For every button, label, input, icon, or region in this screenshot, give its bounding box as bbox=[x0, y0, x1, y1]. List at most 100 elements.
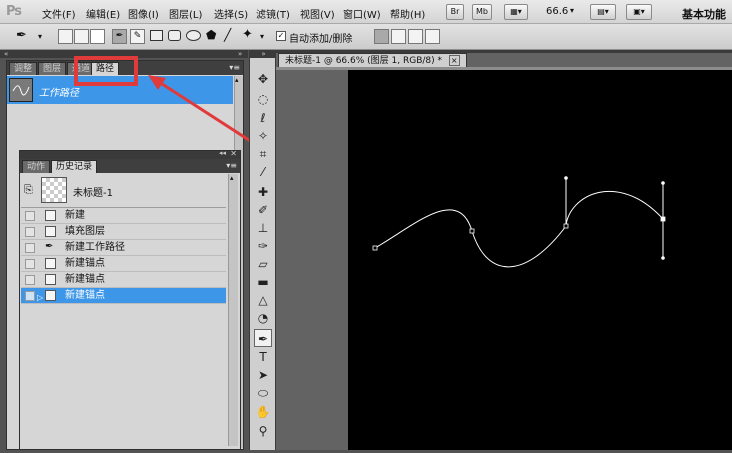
tab-history[interactable]: 历史记录 bbox=[51, 160, 98, 173]
path-thumbnail bbox=[9, 78, 33, 102]
history-row[interactable]: 填充图层 bbox=[21, 224, 226, 240]
history-close-icon[interactable]: ✕ bbox=[230, 149, 237, 158]
clone-stamp-tool-icon[interactable]: ⊥ bbox=[254, 219, 272, 237]
tab-adjustments[interactable]: 调整 bbox=[9, 62, 38, 75]
freeform-pen-icon[interactable]: ✎ bbox=[130, 29, 145, 44]
menu-help[interactable]: 帮助(H) bbox=[390, 6, 425, 21]
history-state-slider-icon[interactable]: ▷ bbox=[37, 290, 43, 305]
toolbox-collapse-icon[interactable]: » bbox=[250, 50, 277, 58]
polygon-tool-icon[interactable]: ⬟ bbox=[206, 28, 216, 42]
anchor-point[interactable] bbox=[372, 245, 378, 251]
history-source-checkbox[interactable] bbox=[25, 275, 35, 285]
history-scroll-up-icon[interactable]: ▴ bbox=[230, 174, 234, 182]
path-exclude-icon[interactable] bbox=[425, 29, 440, 44]
path-selection-tool-icon[interactable]: ➤ bbox=[254, 366, 272, 384]
history-panel-titlebar[interactable]: ◂◂ ✕ bbox=[20, 149, 240, 159]
history-state-icon bbox=[45, 274, 56, 285]
paths-mode-icon[interactable] bbox=[74, 29, 89, 44]
auto-add-delete-checkbox[interactable]: ✓ bbox=[276, 31, 286, 41]
history-scrollbar[interactable]: ▴ bbox=[228, 174, 238, 446]
eraser-tool-icon[interactable]: ▱ bbox=[254, 255, 272, 273]
history-row[interactable]: 新建锚点 bbox=[21, 272, 226, 288]
auto-add-delete-label: 自动添加/删除 bbox=[289, 34, 353, 45]
healing-brush-tool-icon[interactable]: ✚ bbox=[254, 183, 272, 201]
history-source-checkbox[interactable] bbox=[25, 211, 35, 221]
mini-bridge-button[interactable]: Mb bbox=[472, 4, 492, 20]
gradient-tool-icon[interactable]: ▬ bbox=[254, 273, 272, 291]
quick-select-tool-icon[interactable]: ✧ bbox=[254, 127, 272, 145]
shape-layers-mode-icon[interactable] bbox=[58, 29, 73, 44]
history-row-selected[interactable]: ▷ 新建锚点 bbox=[21, 288, 226, 304]
history-source-checkbox[interactable] bbox=[25, 291, 35, 301]
path-intersect-icon[interactable] bbox=[408, 29, 423, 44]
close-document-icon[interactable]: × bbox=[448, 55, 460, 66]
ellipse-tool-icon[interactable] bbox=[186, 30, 201, 41]
geometry-options-icon[interactable]: ▾ bbox=[260, 32, 264, 41]
menu-view[interactable]: 视图(V) bbox=[300, 6, 335, 21]
history-row[interactable]: ✒ 新建工作路径 bbox=[21, 240, 226, 256]
history-source-checkbox[interactable] bbox=[25, 243, 35, 253]
move-tool-icon[interactable]: ✥ bbox=[254, 70, 272, 88]
tab-layers[interactable]: 图层 bbox=[38, 62, 67, 75]
snapshot-brush-icon[interactable]: ⎘ bbox=[24, 183, 33, 197]
menu-layer[interactable]: 图层(L) bbox=[169, 6, 202, 21]
dock-expand-icon[interactable]: » bbox=[238, 50, 242, 58]
anchor-point[interactable] bbox=[563, 223, 569, 229]
menu-filter[interactable]: 滤镜(T) bbox=[256, 6, 290, 21]
tab-actions[interactable]: 动作 bbox=[22, 160, 51, 173]
direction-handle[interactable] bbox=[564, 176, 568, 180]
eyedropper-tool-icon[interactable]: ⁄ bbox=[254, 163, 272, 181]
brush-tool-icon[interactable]: ✐ bbox=[254, 201, 272, 219]
history-collapse-icon[interactable]: ◂◂ bbox=[219, 149, 226, 157]
rectangle-tool-icon[interactable] bbox=[150, 30, 163, 41]
preset-dropdown-icon[interactable]: ▾ bbox=[38, 32, 42, 41]
anchor-point[interactable] bbox=[469, 228, 475, 234]
menu-window[interactable]: 窗口(W) bbox=[343, 6, 381, 21]
canvas[interactable] bbox=[348, 70, 732, 450]
path-combine-icon[interactable] bbox=[374, 29, 389, 44]
rounded-rectangle-tool-icon[interactable] bbox=[168, 30, 181, 41]
history-state-icon bbox=[45, 258, 56, 269]
hand-tool-icon[interactable]: ✋ bbox=[254, 403, 272, 421]
menu-file[interactable]: 文件(F) bbox=[42, 6, 76, 21]
view-extras-button[interactable]: ▦▾ bbox=[504, 4, 528, 20]
zoom-dropdown-icon[interactable]: ▾ bbox=[570, 6, 574, 15]
history-brush-tool-icon[interactable]: ✑ bbox=[254, 237, 272, 255]
history-row-label: 新建锚点 bbox=[65, 258, 105, 269]
line-tool-icon[interactable]: ╱ bbox=[224, 28, 231, 42]
fill-pixels-mode-icon[interactable] bbox=[90, 29, 105, 44]
history-row-label: 新建 bbox=[65, 210, 85, 221]
history-snapshot[interactable]: ⎘ 未标题-1 bbox=[21, 174, 226, 208]
pen-tool-icon[interactable]: ✒ bbox=[112, 29, 127, 44]
type-tool-icon[interactable]: T bbox=[254, 348, 272, 366]
dodge-tool-icon[interactable]: ◔ bbox=[254, 309, 272, 327]
history-panel-menu-icon[interactable]: ▾≡ bbox=[226, 161, 237, 170]
zoom-level[interactable]: 66.6 bbox=[546, 6, 568, 17]
arrange-documents-button[interactable]: ▤▾ bbox=[590, 4, 616, 20]
document-tab[interactable]: 未标题-1 @ 66.6% (图层 1, RGB/8) * × bbox=[278, 53, 467, 67]
screen-mode-button[interactable]: ▣▾ bbox=[626, 4, 652, 20]
custom-shape-tool-icon[interactable]: ✦ bbox=[242, 27, 253, 42]
crop-tool-icon[interactable]: ⌗ bbox=[254, 145, 272, 163]
workspace-switcher[interactable]: 基本功能 bbox=[682, 6, 726, 22]
menu-edit[interactable]: 编辑(E) bbox=[86, 6, 120, 21]
blur-tool-icon[interactable]: △ bbox=[254, 291, 272, 309]
history-source-checkbox[interactable] bbox=[25, 259, 35, 269]
anchor-point-selected[interactable] bbox=[660, 216, 666, 222]
history-row[interactable]: 新建 bbox=[21, 208, 226, 224]
pen-tool-icon-active[interactable]: ✒ bbox=[254, 329, 272, 347]
pen-tool-preset-icon[interactable]: ✒ bbox=[16, 28, 27, 43]
direction-handle[interactable] bbox=[661, 256, 665, 260]
lasso-tool-icon[interactable]: ℓ bbox=[254, 109, 272, 127]
direction-handle[interactable] bbox=[661, 181, 665, 185]
bridge-button[interactable]: Br bbox=[446, 4, 464, 20]
ellipse-shape-tool-icon[interactable]: ⬭ bbox=[254, 384, 272, 402]
history-source-checkbox[interactable] bbox=[25, 227, 35, 237]
history-row[interactable]: 新建锚点 bbox=[21, 256, 226, 272]
path-name: 工作路径 bbox=[39, 88, 79, 99]
zoom-tool-icon[interactable]: ⚲ bbox=[254, 422, 272, 440]
menu-image[interactable]: 图像(I) bbox=[128, 6, 159, 21]
menu-select[interactable]: 选择(S) bbox=[214, 6, 248, 21]
path-subtract-icon[interactable] bbox=[391, 29, 406, 44]
marquee-tool-icon[interactable]: ◌ bbox=[254, 90, 272, 108]
